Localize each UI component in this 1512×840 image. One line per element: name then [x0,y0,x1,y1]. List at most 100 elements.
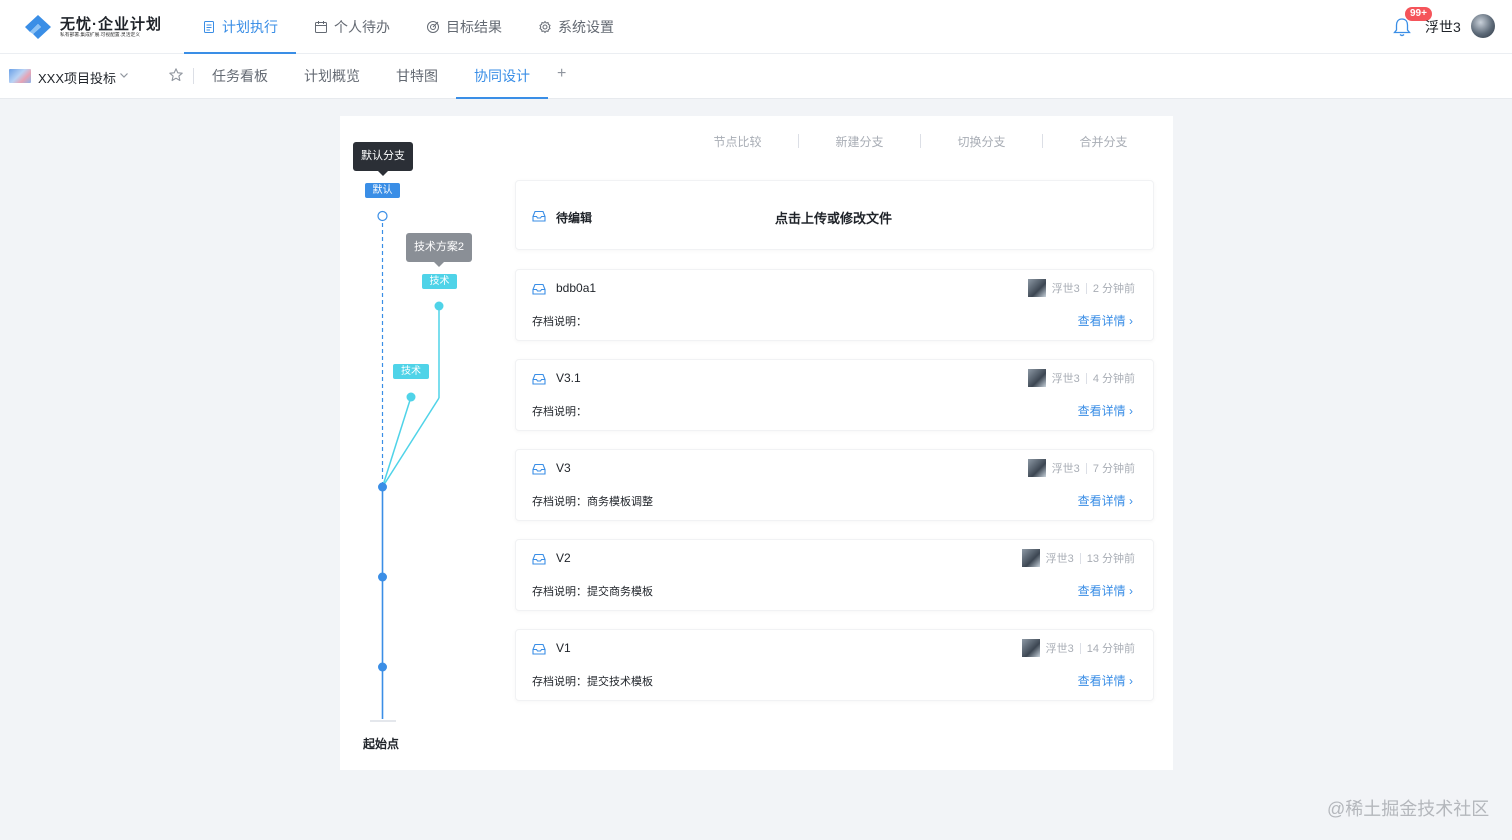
watermark: @稀土掘金技术社区 [1327,799,1490,819]
version-meta: 浮世3 13 分钟前 [1021,549,1135,567]
view-details-link[interactable]: 查看详情 › [1078,492,1133,509]
default-branch-tooltip: 默认分支 [353,142,413,176]
collab-design-panel: 节点比较 新建分支 切换分支 合并分支 默认分支 默认 技术方案2 技术 技术 … [340,116,1173,770]
chevron-right-icon: › [1129,584,1133,598]
card-title: 待编辑 [556,211,593,225]
inbox-icon [532,373,546,385]
compare-nodes-button[interactable]: 节点比较 [677,133,798,150]
version-meta: 浮世3 7 分钟前 [1027,459,1135,477]
new-branch-button[interactable]: 新建分支 [799,133,920,150]
tech2-head-node [406,392,416,402]
version-description: 存档说明：提交技术模板 [532,676,653,688]
view-details-link[interactable]: 查看详情 › [1078,672,1133,689]
avatar[interactable] [1471,14,1495,38]
avatar [1027,459,1046,477]
version-time: 4 分钟前 [1092,373,1135,385]
tab-plan-execution[interactable]: 计划执行 [184,0,296,54]
tech-head-node [434,301,444,311]
user-name[interactable]: 浮世3 [1425,17,1461,37]
chevron-down-icon[interactable] [118,69,130,81]
version-card: bdb0a1 浮世3 2 分钟前 存档说明： 查看详情 › [515,269,1154,341]
chevron-right-icon: › [1129,674,1133,688]
upload-file-link[interactable]: 点击上传或修改文件 [775,208,892,227]
version-time: 14 分钟前 [1086,643,1135,655]
branch-graph [370,210,444,722]
commit-node [378,662,387,672]
version-title: V3.1 [556,371,581,385]
avatar [1027,369,1046,387]
tab-label: 计划执行 [222,19,278,35]
default-branch-tag[interactable]: 默认 [365,183,400,198]
link-label: 查看详情 [1077,314,1126,328]
version-author: 浮世3 [1051,283,1080,295]
avatar [1021,549,1040,567]
tab-label: 系统设置 [558,19,614,35]
branch-actions: 节点比较 新建分支 切换分支 合并分支 [677,131,1164,151]
inbox-icon [532,553,546,565]
switch-branch-button[interactable]: 切换分支 [921,133,1042,150]
view-details-link[interactable]: 查看详情 › [1078,312,1133,329]
top-header: 无忧·企业计划 私有部署.集成扩展.可视配置.灵活定义 计划执行 个人待办 目标… [0,0,1512,54]
pending-edit-card: 待编辑 点击上传或修改文件 [515,180,1154,250]
version-description: 存档说明： [532,316,587,328]
version-card: V1 浮世3 14 分钟前 存档说明：提交技术模板 查看详情 › [515,629,1154,701]
tab-collab-design[interactable]: 协同设计 [456,54,548,99]
tab-settings[interactable]: 系统设置 [520,0,632,54]
chevron-right-icon: › [1129,314,1133,328]
project-tabs: 任务看板 计划概览 甘特图 协同设计 [194,54,548,99]
origin-label: 起始点 [363,737,400,751]
merge-branch-button[interactable]: 合并分支 [1043,133,1164,150]
version-time: 2 分钟前 [1092,283,1135,295]
divider [1085,282,1087,294]
chevron-right-icon: › [1129,404,1133,418]
version-author: 浮世3 [1045,643,1074,655]
version-author: 浮世3 [1051,373,1080,385]
tab-task-board[interactable]: 任务看板 [194,54,286,98]
app-logo[interactable]: 无忧·企业计划 私有部署.集成扩展.可视配置.灵活定义 [24,12,184,42]
tab-label: 目标结果 [446,19,502,35]
avatar [1021,639,1040,657]
star-icon[interactable] [168,67,184,83]
version-card: V3.1 浮世3 4 分钟前 存档说明： 查看详情 › [515,359,1154,431]
tab-gantt[interactable]: 甘特图 [378,54,456,98]
link-label: 查看详情 [1077,584,1126,598]
view-details-link[interactable]: 查看详情 › [1078,582,1133,599]
add-tab-button[interactable]: + [557,65,566,83]
tech-branch-tag[interactable]: 技术 [422,274,457,289]
view-details-link[interactable]: 查看详情 › [1078,402,1133,419]
project-selector[interactable]: XXX项目投标 [38,68,116,87]
tab-label: 个人待办 [334,19,390,35]
inbox-icon [532,643,546,655]
version-title: V2 [556,551,571,565]
tab-personal-todo[interactable]: 个人待办 [296,0,408,54]
tech2-branch-line [381,396,412,488]
merge-node [378,482,387,492]
inbox-icon [532,463,546,475]
version-description: 存档说明：商务模板调整 [532,496,653,508]
version-author: 浮世3 [1045,553,1074,565]
tech-branch-tag-2[interactable]: 技术 [393,364,429,379]
tab-goals[interactable]: 目标结果 [408,0,520,54]
tech-branch-line-2 [381,397,440,488]
gear-icon [539,20,551,34]
link-label: 查看详情 [1077,404,1126,418]
inbox-icon [532,283,546,295]
version-title: bdb0a1 [556,281,597,295]
divider [1085,372,1087,384]
version-meta: 浮世3 2 分钟前 [1027,279,1135,297]
default-head-node [377,210,388,222]
tab-plan-overview[interactable]: 计划概览 [286,54,378,98]
version-meta: 浮世3 14 分钟前 [1021,639,1135,657]
version-card: V3 浮世3 7 分钟前 存档说明：商务模板调整 查看详情 › [515,449,1154,521]
top-nav: 计划执行 个人待办 目标结果 系统设置 [184,0,632,54]
divider [1079,642,1081,654]
version-meta: 浮世3 4 分钟前 [1027,369,1135,387]
divider [1085,462,1087,474]
version-author: 浮世3 [1051,463,1080,475]
link-label: 查看详情 [1077,494,1126,508]
avatar [1027,279,1046,297]
version-time: 7 分钟前 [1092,463,1135,475]
logo-icon [25,15,51,39]
calendar-icon [315,21,327,33]
inbox-icon [532,210,546,222]
